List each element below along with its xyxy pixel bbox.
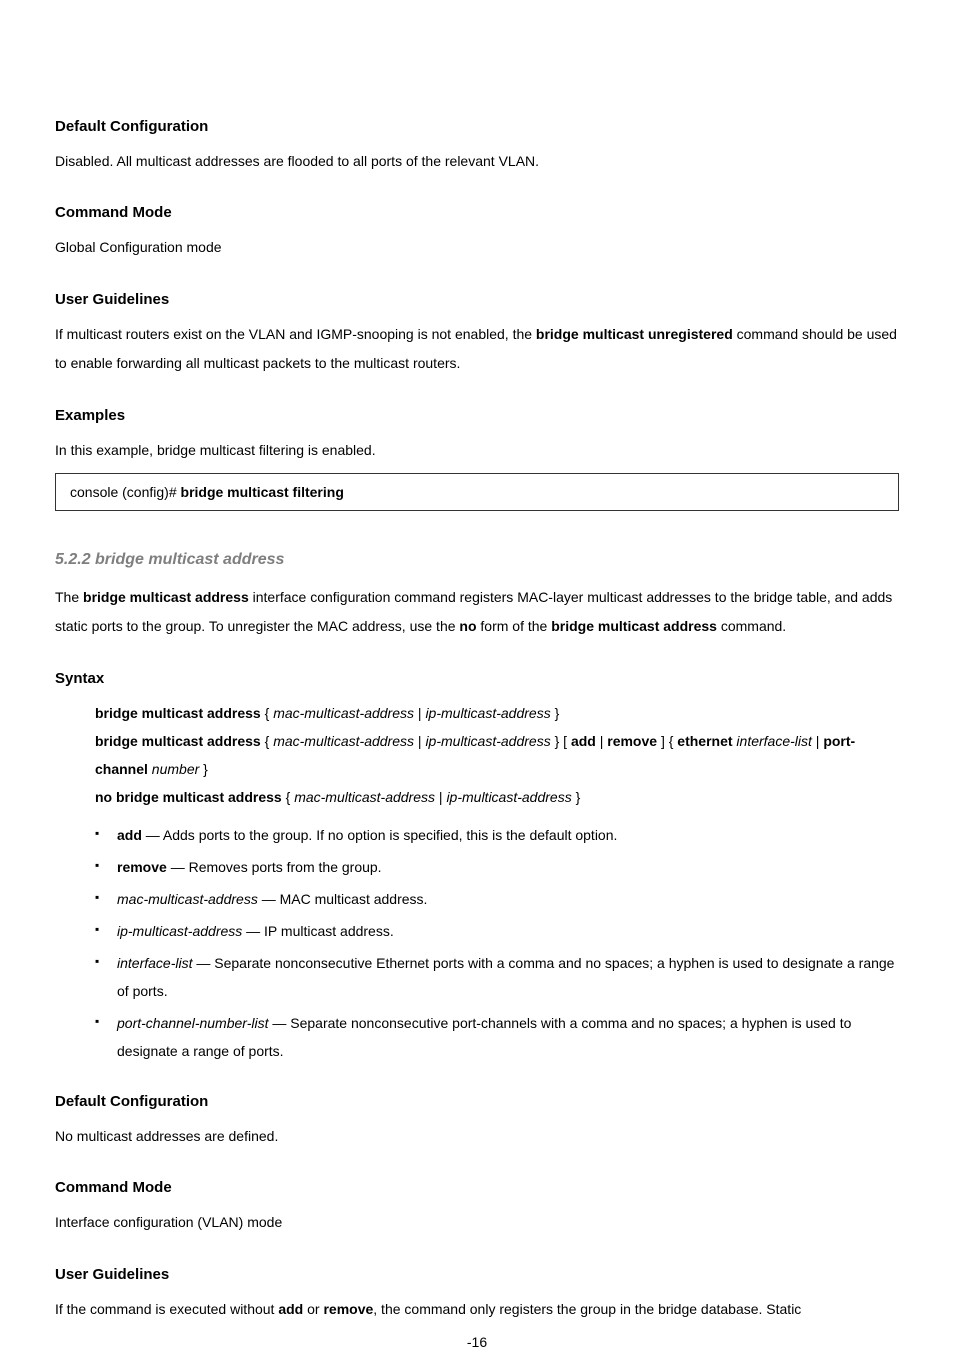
sx3-cmd: no bridge multicast address: [95, 789, 282, 805]
sx2-cmd: bridge multicast address: [95, 733, 261, 749]
syntax-line-2: bridge multicast address { mac-multicast…: [95, 727, 899, 783]
command-mode-text: Global Configuration mode: [55, 233, 899, 262]
param-add-desc: — Adds ports to the group. If no option …: [142, 827, 618, 843]
sx2-ilist: interface-list: [736, 733, 811, 749]
section-heading-bridge-multicast-address: 5.2.2 bridge multicast address: [55, 551, 899, 569]
syntax-parameter-list: add — Adds ports to the group. If no opt…: [55, 821, 899, 1065]
sx2-num: number: [152, 761, 199, 777]
heading-default-configuration-2: Default Configuration: [55, 1093, 899, 1110]
ug-cmd: bridge multicast unregistered: [536, 326, 733, 342]
param-ip-desc: — IP multicast address.: [242, 923, 393, 939]
syntax-line-1: bridge multicast address { mac-multicast…: [95, 699, 899, 727]
sx3-mac: mac-multicast-address: [294, 789, 435, 805]
list-item: ip-multicast-address — IP multicast addr…: [95, 917, 899, 945]
param-remove: remove: [117, 859, 167, 875]
ug2-add: add: [278, 1301, 303, 1317]
param-remove-desc: — Removes ports from the group.: [167, 859, 382, 875]
list-item: interface-list — Separate nonconsecutive…: [95, 949, 899, 1005]
cmd2-description: The bridge multicast address interface c…: [55, 583, 899, 642]
ug2-remove: remove: [323, 1301, 373, 1317]
cmd2-name2: bridge multicast address: [551, 618, 717, 634]
list-item: remove — Removes ports from the group.: [95, 853, 899, 881]
page-number: -16: [0, 1334, 954, 1350]
examples-intro: In this example, bridge multicast filter…: [55, 436, 899, 465]
code-prompt: console (config)#: [70, 484, 181, 500]
heading-user-guidelines: User Guidelines: [55, 291, 899, 308]
cmd2-post: command.: [717, 618, 786, 634]
sx2-ip: ip-multicast-address: [425, 733, 550, 749]
sx2-add: add: [571, 733, 596, 749]
sx2-eth: ethernet: [677, 733, 732, 749]
default-configuration-2-text: No multicast addresses are defined.: [55, 1122, 899, 1151]
default-configuration-text: Disabled. All multicast addresses are fl…: [55, 147, 899, 176]
heading-syntax: Syntax: [55, 670, 899, 687]
list-item: add — Adds ports to the group. If no opt…: [95, 821, 899, 849]
sx3-ip: ip-multicast-address: [446, 789, 571, 805]
param-ilist-desc: — Separate nonconsecutive Ethernet ports…: [117, 955, 894, 999]
heading-user-guidelines-2: User Guidelines: [55, 1266, 899, 1283]
cmd2-no: no: [459, 618, 476, 634]
user-guidelines-text: If multicast routers exist on the VLAN a…: [55, 320, 899, 379]
sx1-mac: mac-multicast-address: [273, 705, 414, 721]
param-pcnl: port-channel-number-list: [117, 1015, 268, 1031]
cmd2-pre: The: [55, 589, 83, 605]
heading-default-configuration: Default Configuration: [55, 118, 899, 135]
sx1-ip: ip-multicast-address: [425, 705, 550, 721]
user-guidelines-2-text: If the command is executed without add o…: [55, 1295, 899, 1324]
param-ilist: interface-list: [117, 955, 192, 971]
command-mode-2-text: Interface configuration (VLAN) mode: [55, 1208, 899, 1237]
param-mac: mac-multicast-address: [117, 891, 258, 907]
sx1-cmd: bridge multicast address: [95, 705, 261, 721]
param-add: add: [117, 827, 142, 843]
sx2-remove: remove: [607, 733, 657, 749]
list-item: mac-multicast-address — MAC multicast ad…: [95, 885, 899, 913]
ug2-mid: or: [303, 1301, 323, 1317]
code-command: bridge multicast filtering: [181, 484, 344, 500]
cmd2-name1: bridge multicast address: [83, 589, 249, 605]
heading-examples: Examples: [55, 407, 899, 424]
param-ip: ip-multicast-address: [117, 923, 242, 939]
param-mac-desc: — MAC multicast address.: [258, 891, 428, 907]
heading-command-mode: Command Mode: [55, 204, 899, 221]
ug-pre: If multicast routers exist on the VLAN a…: [55, 326, 536, 342]
code-example-box: console (config)# bridge multicast filte…: [55, 473, 899, 511]
syntax-block: bridge multicast address { mac-multicast…: [55, 699, 899, 811]
document-page: Default Configuration Disabled. All mult…: [0, 0, 954, 1370]
cmd2-mid2: form of the: [477, 618, 552, 634]
list-item: port-channel-number-list — Separate nonc…: [95, 1009, 899, 1065]
sx2-mac: mac-multicast-address: [273, 733, 414, 749]
heading-command-mode-2: Command Mode: [55, 1179, 899, 1196]
ug2-post: , the command only registers the group i…: [373, 1301, 801, 1317]
ug2-pre: If the command is executed without: [55, 1301, 278, 1317]
syntax-line-3: no bridge multicast address { mac-multic…: [95, 783, 899, 811]
